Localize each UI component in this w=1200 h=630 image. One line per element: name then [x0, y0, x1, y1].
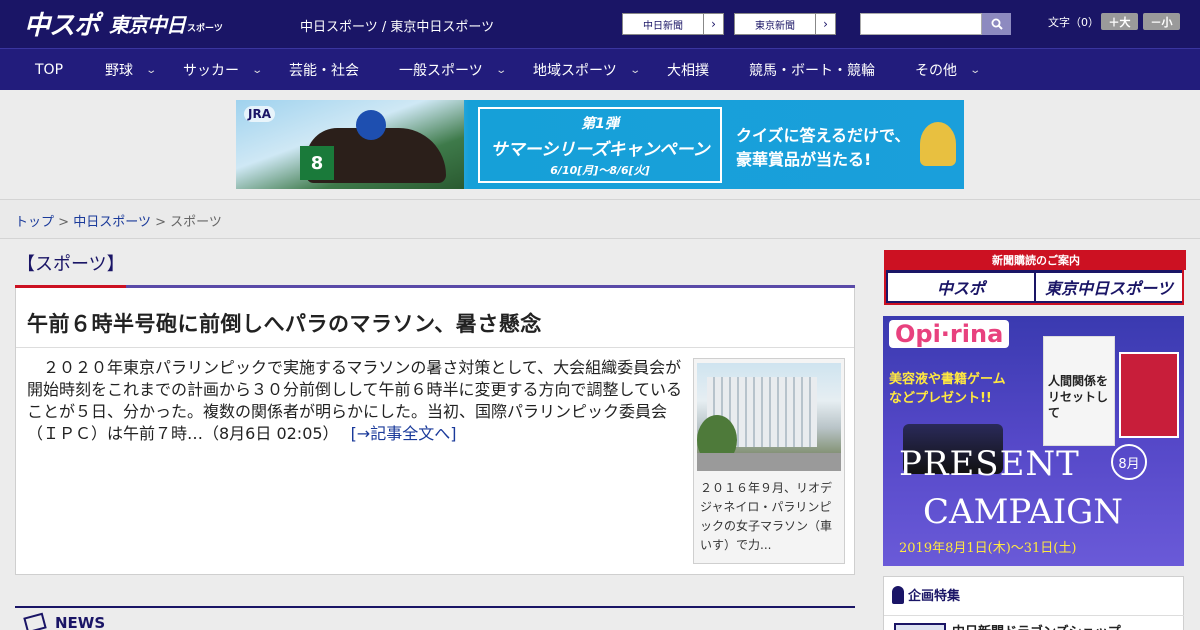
divider: [16, 347, 854, 348]
campaign-title-box: 第1弾 サマーシリーズキャンペーン 6/10[月]～8/6[火]: [478, 107, 722, 183]
tokyo-shimbun-label: 東京新聞: [755, 20, 795, 32]
ribbon-icon: [892, 585, 904, 604]
site-logo[interactable]: 中スポ 東京中日 スポーツ: [24, 8, 223, 41]
game-box-image: [1119, 352, 1179, 438]
present-campaign-ad[interactable]: Opi·rina 美容液や書籍ゲームなどプレゼント!! 人間関係をリセットして …: [883, 316, 1184, 566]
nav-item-label: サッカー: [183, 63, 239, 79]
chunichi-shimbun-label: 中日新聞: [643, 20, 683, 32]
nav-item-top[interactable]: TOP: [35, 49, 63, 91]
site-name-link[interactable]: 中日スポーツ / 東京中日スポーツ: [300, 16, 494, 35]
nav-item-label: 競馬・ボート・競輪: [749, 63, 875, 79]
chuspo-subscribe-logo[interactable]: 中スポ: [888, 273, 1034, 301]
feature-heading-label: 企画特集: [908, 589, 961, 604]
campaign-dates: 6/10[月]～8/6[火]: [550, 164, 650, 177]
main-nav: TOP 野球 ⌄ サッカー ⌄ 芸能・社会 一般スポーツ ⌄ 地域スポーツ ⌄ …: [0, 48, 1200, 90]
news-section-heading: NEWS: [23, 612, 106, 630]
logo-tokyo-chunichi: 東京中日: [109, 12, 186, 37]
ad-present-text: PRESENT: [899, 444, 1080, 484]
ad-promo-text: 美容液や書籍ゲームなどプレゼント!!: [889, 372, 1006, 406]
article-summary: ２０２０年東京パラリンピックで実施するマラソンの暑さ対策として、大会組織委員会が…: [27, 357, 687, 445]
feature-thumbnail[interactable]: [894, 623, 946, 630]
jockey-image: [356, 110, 386, 140]
campaign-round: 第1弾: [581, 116, 619, 132]
nav-item-sumo[interactable]: 大相撲: [667, 49, 709, 91]
breadcrumb-separator: >: [58, 215, 70, 230]
breadcrumb-bar: トップ > 中日スポーツ > スポーツ: [0, 199, 1200, 239]
chunichi-shimbun-link[interactable]: 中日新聞 ›: [622, 13, 724, 35]
search-button[interactable]: [982, 13, 1011, 35]
font-bigger-button[interactable]: ＋大: [1101, 13, 1138, 30]
chevron-right-icon: ›: [815, 14, 835, 34]
nav-item-label: TOP: [35, 62, 64, 78]
nav-item-general-sports[interactable]: 一般スポーツ ⌄: [399, 49, 507, 91]
chevron-down-icon: ⌄: [969, 64, 982, 76]
divider: [884, 615, 1184, 616]
trophy-icon: [920, 122, 956, 166]
breadcrumb-separator: >: [155, 215, 166, 230]
nav-item-local-sports[interactable]: 地域スポーツ ⌄: [533, 49, 641, 91]
logo-chuspo: 中スポ: [24, 10, 100, 41]
nav-item-label: 一般スポーツ: [399, 63, 483, 79]
campaign-name: サマーシリーズキャンペーン: [490, 140, 710, 160]
jra-logo: JRA: [244, 106, 275, 122]
chevron-down-icon: ⌄: [495, 64, 507, 76]
feature-heading: 企画特集: [892, 585, 960, 604]
tokyo-shimbun-link[interactable]: 東京新聞 ›: [734, 13, 836, 35]
chevron-right-icon: ›: [703, 14, 723, 34]
news-icon: [23, 612, 47, 630]
horse-racing-photo: 8 JRA: [236, 100, 464, 189]
article-photo: [697, 363, 841, 471]
tokyo-chunichi-subscribe-logo[interactable]: 東京中日スポーツ: [1036, 273, 1182, 301]
breadcrumb: トップ > 中日スポーツ > スポーツ: [15, 211, 222, 230]
breadcrumb-chunichi-sports[interactable]: 中日スポーツ: [73, 215, 151, 230]
logo-sports-small: スポーツ: [187, 23, 223, 34]
nav-item-label: 野球: [105, 63, 133, 79]
ad-campaign-text: CAMPAIGN: [923, 492, 1124, 532]
article-photo-box[interactable]: ２０１６年９月、リオデジャネイロ・パラリンピックの女子マラソン（車いす）で力..…: [693, 358, 845, 564]
nav-item-racing[interactable]: 競馬・ボート・競輪: [749, 49, 875, 91]
nav-item-baseball[interactable]: 野球 ⌄: [105, 49, 158, 91]
jra-banner-ad[interactable]: 8 JRA 第1弾 サマーシリーズキャンペーン 6/10[月]～8/6[火] ク…: [236, 100, 964, 189]
feature-box: 企画特集 中日新聞ドラゴンズショップ: [883, 576, 1184, 630]
category-title: 【スポーツ】: [17, 254, 125, 275]
nav-item-entertainment[interactable]: 芸能・社会: [289, 49, 359, 91]
nav-item-label: 芸能・社会: [289, 63, 359, 79]
road-image: [697, 453, 841, 471]
photo-caption: ２０１６年９月、リオデジャネイロ・パラリンピックの女子マラソン（車いす）で力..…: [700, 481, 833, 552]
banner-tagline-1: クイズに答えるだけで、: [736, 126, 911, 145]
book-image: 人間関係をリセットして: [1043, 336, 1115, 446]
news-section-divider: [15, 606, 855, 608]
nav-item-soccer[interactable]: サッカー ⌄: [183, 49, 264, 91]
search-icon: [991, 18, 1003, 30]
ad-month-badge: 8月: [1111, 444, 1147, 480]
chevron-down-icon: ⌄: [629, 64, 641, 76]
article-headline[interactable]: 午前６時半号砲に前倒しへパラのマラソン、暑さ懸念: [27, 308, 542, 338]
breadcrumb-current: スポーツ: [170, 215, 222, 230]
ad-dates: 2019年8月1日(木)～31日(土): [899, 541, 1077, 556]
breadcrumb-home[interactable]: トップ: [15, 215, 54, 230]
chevron-down-icon: ⌄: [145, 64, 158, 76]
nav-item-label: 地域スポーツ: [533, 63, 617, 79]
top-header: 中スポ 東京中日 スポーツ 中日スポーツ / 東京中日スポーツ 中日新聞 › 東…: [0, 0, 1200, 48]
article-card: 午前６時半号砲に前倒しへパラのマラソン、暑さ懸念 ２０２０年東京パラリンピックで…: [15, 288, 855, 575]
nav-item-other[interactable]: その他 ⌄: [915, 49, 982, 91]
font-smaller-button[interactable]: －小: [1143, 13, 1180, 30]
subscription-box[interactable]: 新聞購読のご案内 中スポ 東京中日スポーツ: [884, 250, 1186, 305]
nav-item-label: 大相撲: [667, 63, 709, 79]
feature-item-link[interactable]: 中日新聞ドラゴンズショップ: [952, 621, 1121, 630]
font-size-label: 文字（0）: [1048, 16, 1099, 29]
read-more-link[interactable]: [→記事全文へ]: [351, 424, 457, 443]
search-input[interactable]: [860, 13, 982, 35]
chevron-down-icon: ⌄: [251, 64, 264, 76]
opirina-logo: Opi·rina: [889, 320, 1010, 348]
bib-number: 8: [300, 146, 334, 180]
nav-item-label: その他: [915, 63, 957, 79]
subscription-heading: 新聞購読のご案内: [886, 250, 1186, 270]
banner-tagline-2: 豪華賞品が当たる!: [736, 150, 872, 169]
news-label: NEWS: [55, 614, 106, 630]
